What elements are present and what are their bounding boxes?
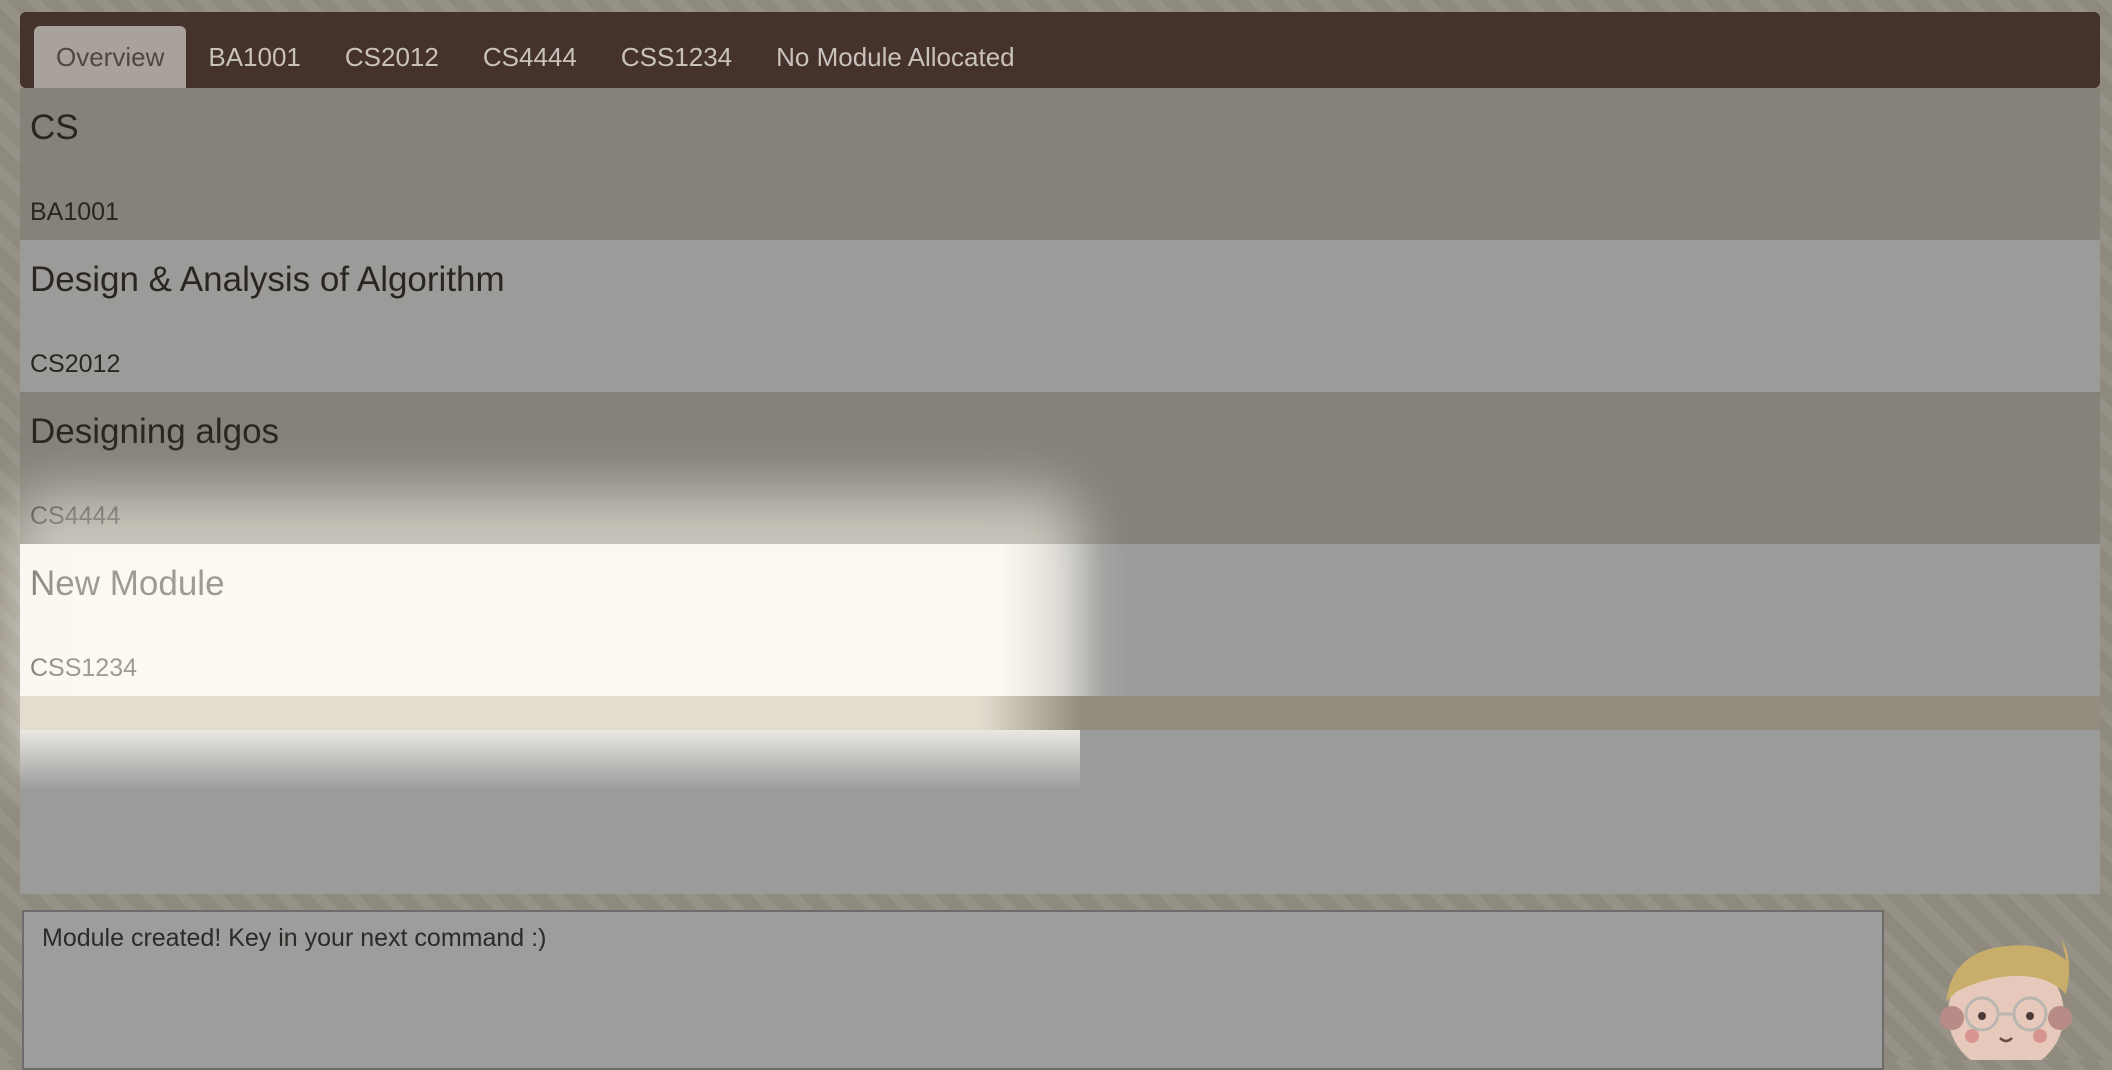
module-name: CS <box>30 108 79 147</box>
module-card[interactable]: Design & Analysis of Algorithm CS2012 <box>20 240 2100 392</box>
module-name: Designing algos <box>30 412 280 451</box>
tab-no-module-allocated[interactable]: No Module Allocated <box>754 26 1036 88</box>
tab-cs2012[interactable]: CS2012 <box>323 26 461 88</box>
tab-css1234[interactable]: CSS1234 <box>599 26 754 88</box>
module-name: Design & Analysis of Algorithm <box>30 260 505 299</box>
module-card-selected[interactable]: New Module CSS1234 <box>20 544 2100 696</box>
selection-glow-fade <box>20 730 1080 790</box>
tab-overview[interactable]: Overview <box>34 26 187 88</box>
module-card[interactable]: Designing algos CS4444 <box>20 392 2100 544</box>
module-code: BA1001 <box>30 198 119 226</box>
tab-ba1001[interactable]: BA1001 <box>186 26 323 88</box>
tab-bar: Overview BA1001 CS2012 CS4444 CSS1234 No… <box>20 12 2100 88</box>
selection-glow-band <box>20 696 1080 730</box>
module-code: CS2012 <box>30 350 121 378</box>
module-card[interactable]: CS BA1001 <box>20 88 2100 240</box>
module-list: CS BA1001 Design & Analysis of Algorithm… <box>20 88 2100 696</box>
module-code: CS4444 <box>30 502 121 530</box>
module-code: CSS1234 <box>30 654 138 682</box>
cartoon-boy-with-glasses-icon <box>1940 940 2072 1060</box>
result-display[interactable]: Module created! Key in your next command… <box>22 910 1884 1070</box>
tab-cs4444[interactable]: CS4444 <box>461 26 599 88</box>
module-name: New Module <box>30 564 225 603</box>
